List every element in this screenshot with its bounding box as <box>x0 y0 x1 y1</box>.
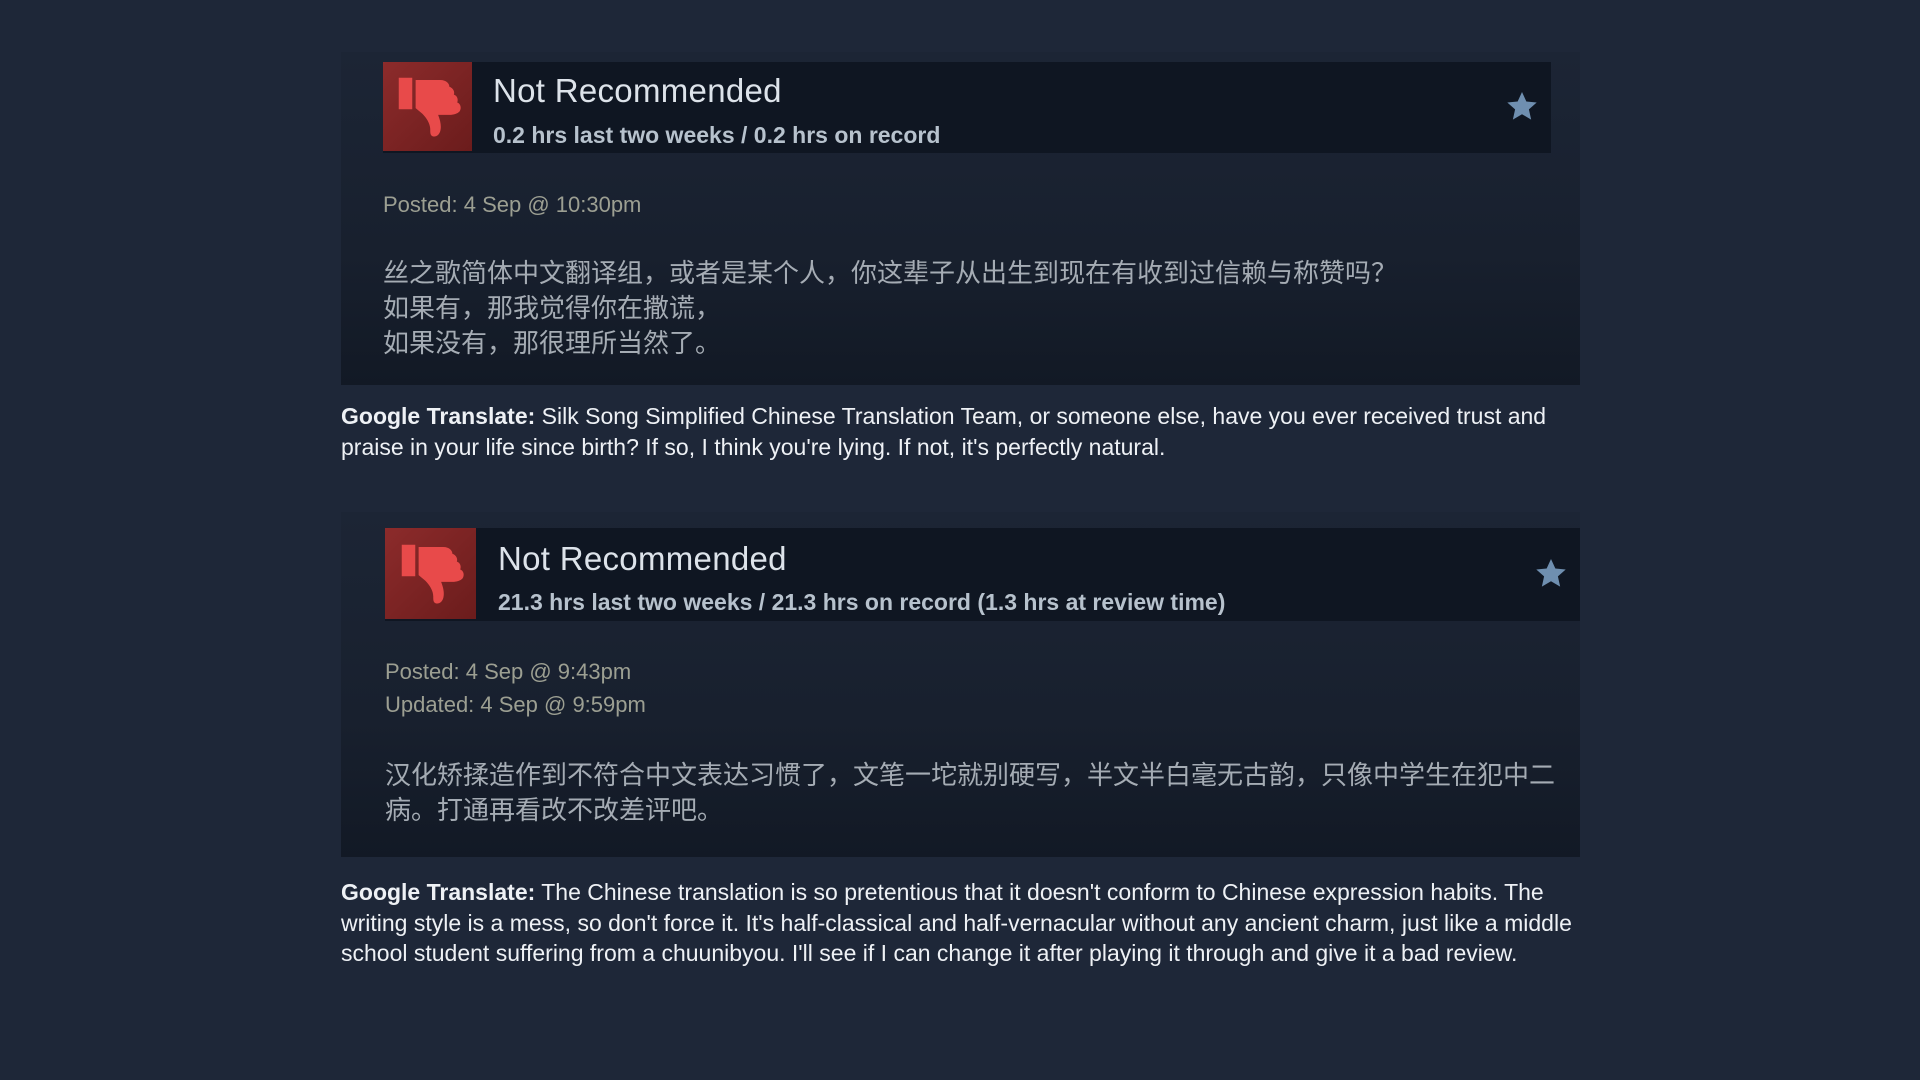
review-header[interactable]: Not Recommended 0.2 hrs last two weeks /… <box>383 62 1551 153</box>
review-posted-date: Posted: 4 Sep @ 9:43pm <box>385 659 632 684</box>
thumbs-down-icon <box>383 62 472 151</box>
review-posted-date: Posted: 4 Sep @ 10:30pm <box>383 192 642 217</box>
review-content-line: 如果没有，那很理所当然了。 <box>383 328 722 358</box>
thumbs-down-icon <box>385 528 476 619</box>
star-icon[interactable] <box>1504 89 1540 125</box>
translation-label: Google Translate: <box>341 879 536 905</box>
review-verdict: Not Recommended <box>498 540 787 577</box>
review-header[interactable]: Not Recommended 21.3 hrs last two weeks … <box>385 528 1580 621</box>
review-content-line: 汉化矫揉造作到不符合中文表达习惯了，文笔一坨就别硬写，半文半白毫无古韵，只像中学… <box>385 760 1556 825</box>
translation-caption: Google Translate: The Chinese translatio… <box>341 877 1581 969</box>
review-updated-date: Updated: 4 Sep @ 9:59pm <box>385 692 646 717</box>
star-icon[interactable] <box>1533 556 1569 592</box>
review-content: 汉化矫揉造作到不符合中文表达习惯了，文笔一坨就别硬写，半文半白毫无古韵，只像中学… <box>385 758 1580 828</box>
page: Not Recommended 0.2 hrs last two weeks /… <box>0 0 1920 1080</box>
review-content: 丝之歌简体中文翻译组，或者是某个人，你这辈子从出生到现在有收到过信赖与称赞吗？ … <box>383 256 1563 361</box>
review-verdict: Not Recommended <box>493 72 782 109</box>
translation-caption: Google Translate: Silk Song Simplified C… <box>341 401 1581 462</box>
review-card: Not Recommended 21.3 hrs last two weeks … <box>341 512 1580 857</box>
review-card: Not Recommended 0.2 hrs last two weeks /… <box>341 52 1580 385</box>
review-hours: 0.2 hrs last two weeks / 0.2 hrs on reco… <box>493 122 941 148</box>
translation-label: Google Translate: <box>341 403 536 429</box>
review-hours: 21.3 hrs last two weeks / 21.3 hrs on re… <box>498 589 1226 615</box>
review-content-line: 丝之歌简体中文翻译组，或者是某个人，你这辈子从出生到现在有收到过信赖与称赞吗？ <box>383 258 1398 288</box>
review-content-line: 如果有，那我觉得你在撒谎， <box>383 293 722 323</box>
